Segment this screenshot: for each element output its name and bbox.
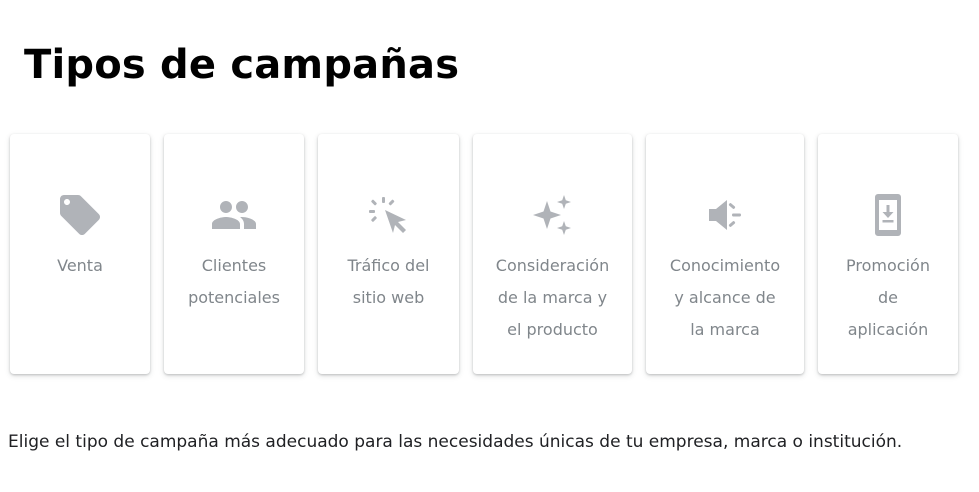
label-line: Conocimiento (669, 256, 781, 275)
label-line: Consideración (495, 256, 610, 275)
campaign-card-trafico-sitio-web[interactable]: Tráfico del sitio web (318, 134, 459, 374)
campaign-card-promocion-aplicacion[interactable]: Promoción de aplicación (818, 134, 958, 374)
cursor-click-icon (365, 191, 413, 239)
campaign-card-clientes-potenciales[interactable]: Clientes potenciales (164, 134, 304, 374)
label-line: potenciales (188, 288, 280, 307)
campaign-card-label: Tráfico del sitio web (328, 250, 449, 314)
campaign-card-venta[interactable]: Venta (10, 134, 150, 374)
sparkle-icon (529, 191, 577, 239)
label-line: el producto (507, 320, 598, 339)
label-line: la marca (690, 320, 760, 339)
campaign-card-label: Consideración de la marca y el producto (483, 250, 622, 346)
campaign-card-label: Conocimiento y alcance de la marca (656, 250, 794, 346)
campaign-card-label: Venta (20, 250, 140, 282)
label-line: Tráfico del (347, 256, 430, 275)
campaign-card-conocimiento-alcance-marca[interactable]: Conocimiento y alcance de la marca (646, 134, 804, 374)
megaphone-icon (701, 191, 749, 239)
campaign-card-label: Clientes potenciales (174, 250, 294, 314)
label-line: de la marca y (497, 288, 608, 307)
label-line: de (878, 288, 898, 307)
campaign-card-label: Promoción de aplicación (828, 250, 948, 346)
page-title: Tipos de campañas (24, 42, 460, 88)
phone-download-icon (864, 191, 912, 239)
label-line: Venta (57, 256, 103, 275)
label-line: Clientes (201, 256, 267, 275)
people-icon (210, 191, 258, 239)
tag-icon (56, 191, 104, 239)
label-line: sitio web (352, 288, 425, 307)
campaign-type-cards: Venta Clientes potenciales Tráfico del s… (0, 134, 979, 375)
campaign-card-consideracion-marca-producto[interactable]: Consideración de la marca y el producto (473, 134, 632, 374)
label-line: Promoción (846, 256, 930, 275)
label-line: y alcance de (674, 288, 776, 307)
page-description: Elige el tipo de campaña más adecuado pa… (8, 432, 903, 452)
label-line: aplicación (847, 320, 929, 339)
